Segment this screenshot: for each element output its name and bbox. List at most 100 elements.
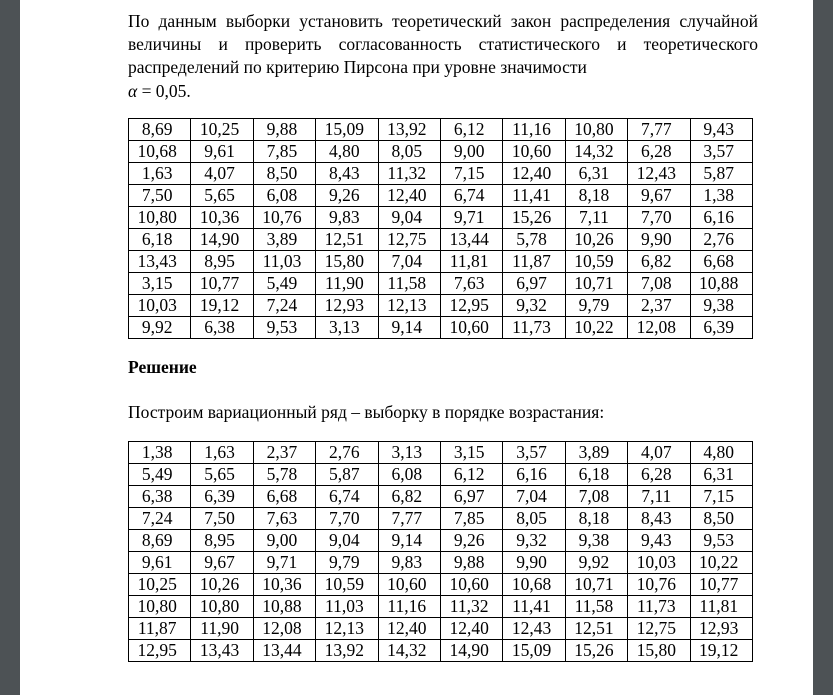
variation-series-table-body: 1,38 1,63 2,37 2,76 3,13 3,15 3,57 3,89 … — [127, 441, 753, 663]
table-cell: 12,51 — [315, 227, 379, 251]
table-cell: 9,04 — [315, 529, 379, 553]
table-cell: 9,04 — [377, 205, 441, 229]
table-row: 6,18 14,90 3,89 12,51 12,75 13,44 5,78 1… — [127, 227, 753, 251]
table-cell: 9,83 — [315, 205, 379, 229]
table-cell: 8,18 — [564, 183, 629, 207]
table-cell: 9,90 — [502, 551, 566, 575]
table-cell: 9,00 — [439, 139, 504, 163]
table-cell: 10,59 — [564, 249, 629, 273]
table-cell: 6,12 — [439, 117, 504, 141]
table-cell: 7,04 — [377, 249, 441, 273]
table-row: 7,50 5,65 6,08 9,26 12,40 6,74 11,41 8,1… — [127, 183, 753, 207]
table-cell: 7,24 — [252, 293, 317, 317]
table-cell: 10,77 — [689, 573, 753, 597]
table-cell: 6,28 — [627, 139, 691, 163]
table-cell: 7,50 — [190, 507, 254, 531]
table-cell: 12,40 — [439, 617, 504, 641]
table-cell: 14,90 — [190, 227, 254, 251]
table-cell: 10,68 — [127, 139, 192, 163]
table-cell: 12,93 — [689, 617, 753, 641]
table-cell: 6,16 — [502, 463, 566, 487]
table-cell: 6,97 — [439, 485, 504, 509]
table-cell: 7,70 — [315, 507, 379, 531]
table-cell: 9,26 — [315, 183, 379, 207]
table-cell: 11,41 — [502, 595, 566, 619]
table-cell: 6,08 — [377, 463, 441, 487]
table-row: 1,63 4,07 8,50 8,43 11,32 7,15 12,40 6,3… — [127, 161, 753, 185]
table-cell: 10,26 — [190, 573, 254, 597]
table-cell: 7,15 — [689, 485, 753, 509]
table-cell: 10,88 — [252, 595, 317, 619]
table-cell: 6,39 — [689, 315, 753, 339]
table-cell: 11,03 — [315, 595, 379, 619]
table-cell: 7,63 — [252, 507, 317, 531]
table-cell: 11,32 — [439, 595, 504, 619]
table-cell: 9,92 — [127, 315, 192, 339]
table-cell: 9,38 — [564, 529, 629, 553]
table-cell: 15,26 — [502, 205, 566, 229]
spacer-intro-table — [128, 103, 758, 118]
table-cell: 8,95 — [190, 249, 254, 273]
table-cell: 12,75 — [627, 617, 691, 641]
table-cell: 12,93 — [315, 293, 379, 317]
table-cell: 7,77 — [627, 117, 691, 141]
table-cell: 6,39 — [190, 485, 254, 509]
table-cell: 6,08 — [252, 183, 317, 207]
table-cell: 11,73 — [502, 315, 566, 339]
table-cell: 9,79 — [315, 551, 379, 575]
table-cell: 10,71 — [564, 271, 629, 295]
table-cell: 3,15 — [127, 271, 192, 295]
table-cell: 6,18 — [127, 227, 192, 251]
table-cell: 10,26 — [564, 227, 629, 251]
table-cell: 12,43 — [627, 161, 691, 185]
table-cell: 6,68 — [689, 249, 753, 273]
table-cell: 2,76 — [689, 227, 753, 251]
table-cell: 11,03 — [252, 249, 317, 273]
table-cell: 10,60 — [502, 139, 566, 163]
table-cell: 7,70 — [627, 205, 691, 229]
table-cell: 8,95 — [190, 529, 254, 553]
alpha-value: = 0,05. — [137, 80, 191, 101]
table-cell: 9,71 — [252, 551, 317, 575]
document-page: По данным выборки установить теоретическ… — [20, 0, 813, 695]
table-cell: 12,95 — [127, 639, 192, 663]
solution-intro-paragraph: Построим вариационный ряд – выборку в по… — [128, 402, 605, 423]
table-cell: 3,57 — [689, 139, 753, 163]
table-row: 1,38 1,63 2,37 2,76 3,13 3,15 3,57 3,89 … — [127, 441, 753, 465]
table-cell: 6,38 — [190, 315, 254, 339]
solution-heading: Решение — [128, 356, 197, 377]
table-cell: 6,82 — [377, 485, 441, 509]
sample-data-table-body: 8,69 10,25 9,88 15,09 13,92 6,12 11,16 1… — [127, 117, 753, 339]
table-row: 7,24 7,50 7,63 7,70 7,77 7,85 8,05 8,18 … — [127, 507, 753, 531]
table-cell: 11,81 — [689, 595, 753, 619]
table-cell: 6,31 — [564, 161, 629, 185]
table-cell: 6,82 — [627, 249, 691, 273]
table-row: 9,92 6,38 9,53 3,13 9,14 10,60 11,73 10,… — [127, 315, 753, 339]
table-cell: 10,88 — [689, 271, 753, 295]
table-cell: 10,22 — [564, 315, 629, 339]
table-cell: 2,37 — [252, 441, 317, 465]
table-cell: 10,25 — [127, 573, 192, 597]
table-cell: 10,60 — [439, 573, 504, 597]
table-cell: 10,77 — [190, 271, 254, 295]
table-cell: 12,40 — [502, 161, 566, 185]
table-cell: 19,12 — [689, 639, 753, 663]
table-cell: 7,63 — [439, 271, 504, 295]
table-cell: 5,49 — [252, 271, 317, 295]
table-cell: 12,40 — [377, 183, 441, 207]
table-cell: 10,76 — [252, 205, 317, 229]
table-row: 10,68 9,61 7,85 4,80 8,05 9,00 10,60 14,… — [127, 139, 753, 163]
table-cell: 11,90 — [315, 271, 379, 295]
table-cell: 10,60 — [439, 315, 504, 339]
table-row: 12,95 13,43 13,44 13,92 14,32 14,90 15,0… — [127, 639, 753, 663]
table-row: 9,61 9,67 9,71 9,79 9,83 9,88 9,90 9,92 … — [127, 551, 753, 575]
table-cell: 1,38 — [689, 183, 753, 207]
table-cell: 3,89 — [252, 227, 317, 251]
table-cell: 10,36 — [190, 205, 254, 229]
table-cell: 11,41 — [502, 183, 566, 207]
table-cell: 4,80 — [689, 441, 753, 465]
significance-level-formula: α = 0,05. — [128, 80, 758, 103]
table-cell: 8,69 — [127, 529, 192, 553]
table-row: 10,03 19,12 7,24 12,93 12,13 12,95 9,32 … — [127, 293, 753, 317]
table-cell: 19,12 — [190, 293, 254, 317]
